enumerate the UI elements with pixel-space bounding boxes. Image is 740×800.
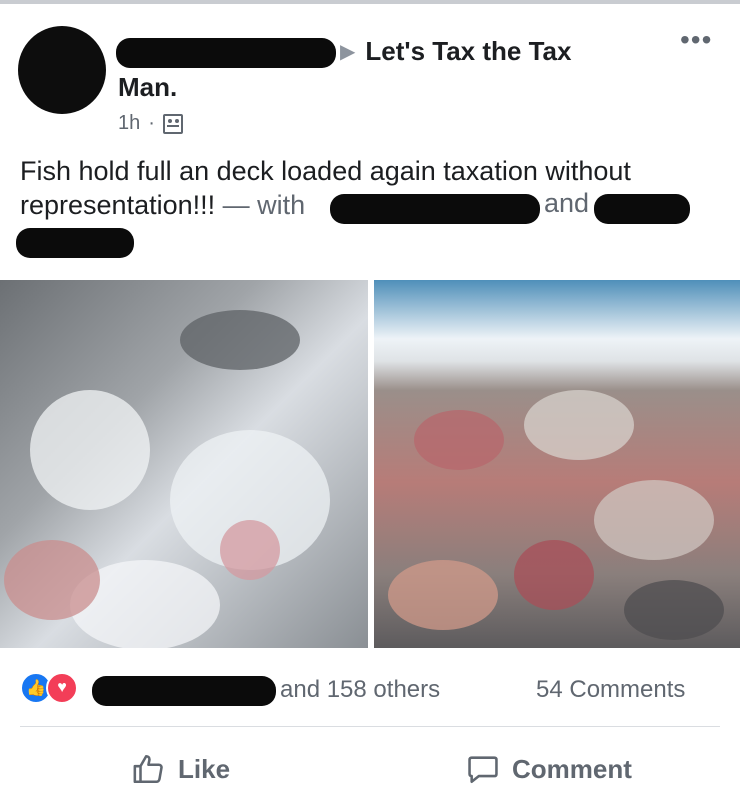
reactions-count[interactable]: and 158 others — [280, 676, 440, 704]
more-options-icon[interactable]: ••• — [680, 24, 712, 56]
comment-button-label: Comment — [512, 753, 632, 784]
sharks-on-ice-photo[interactable] — [0, 280, 368, 648]
group-name-line2[interactable]: Man. — [118, 72, 177, 103]
group-name-line1[interactable]: Let's Tax the Tax — [365, 36, 571, 67]
redacted-tagged-user-1 — [330, 194, 540, 224]
redacted-tagged-user-2 — [594, 194, 690, 224]
reactions-summary[interactable]: 👍 ♥ — [20, 672, 78, 704]
comment-bubble-icon — [468, 756, 498, 784]
redacted-reactor-name — [92, 676, 276, 706]
like-button-label: Like — [178, 753, 231, 784]
top-border — [0, 0, 740, 4]
like-button[interactable]: Like — [132, 752, 230, 786]
redacted-author-name — [116, 38, 336, 68]
love-icon: ♥ — [46, 672, 78, 704]
group-name[interactable]: ▶ Let's Tax the Tax — [340, 36, 571, 67]
divider — [20, 726, 720, 727]
triangle-right-icon: ▶ — [340, 41, 356, 63]
redacted-tagged-user-3 — [16, 228, 134, 258]
comments-count[interactable]: 54 Comments — [536, 676, 685, 704]
boat-deck-shark-carcasses-photo[interactable] — [374, 280, 740, 648]
group-audience-icon[interactable] — [162, 113, 183, 134]
meta-separator: · — [148, 112, 155, 134]
post-text-and: and — [544, 188, 590, 218]
comment-button[interactable]: Comment — [466, 752, 632, 786]
thumbs-up-icon — [133, 754, 163, 784]
post-meta: 1h · — [118, 112, 183, 135]
timestamp[interactable]: 1h — [118, 112, 140, 135]
avatar[interactable] — [18, 26, 106, 114]
post-text-with: — with — [215, 190, 306, 220]
